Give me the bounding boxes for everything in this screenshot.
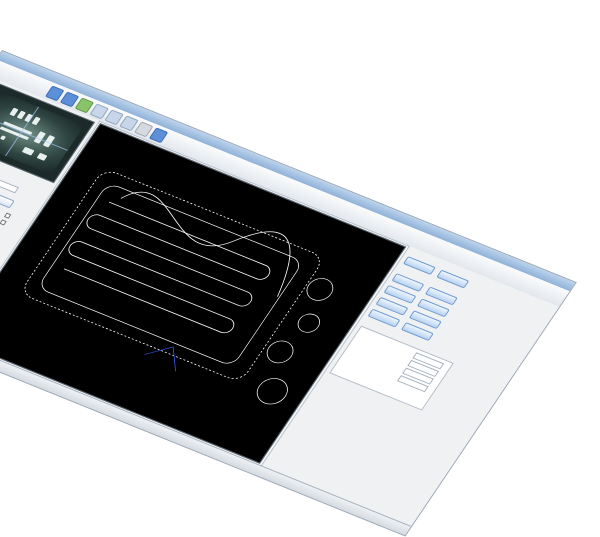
jog-right-button[interactable] [0,192,15,209]
show-tool-checkbox[interactable] [0,219,7,226]
application-window [0,50,577,537]
export-icon[interactable] [149,126,169,143]
cut-boundary [41,185,300,364]
load-gerber-button[interactable] [402,256,436,275]
mounting-hole-2 [297,313,321,333]
mounting-hole-4 [256,378,288,405]
show-grid-checkbox[interactable] [3,212,12,219]
y-position-field[interactable] [0,176,20,194]
job-parameters-box [329,325,454,411]
mounting-hole-1 [306,278,334,301]
load-drill-button[interactable] [436,269,470,289]
board-outline [24,171,320,379]
mounting-hole-3 [266,340,294,364]
rapid-move-path [144,346,176,372]
serpentine-toolpath [63,201,271,334]
